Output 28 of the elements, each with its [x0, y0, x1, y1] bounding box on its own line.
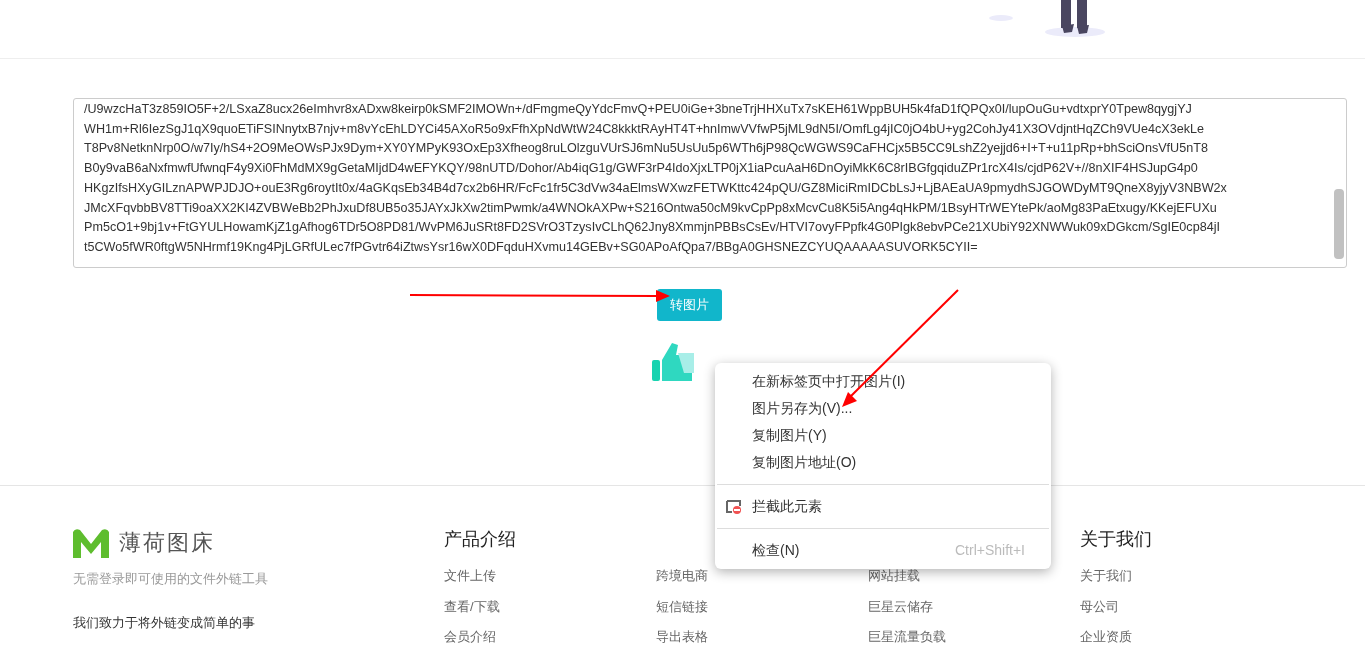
scrollbar-thumb[interactable]: [1334, 189, 1344, 259]
logo-icon: [73, 527, 109, 558]
footer-link[interactable]: 文件上传: [444, 566, 496, 586]
block-element-icon: [726, 499, 742, 514]
footer-link[interactable]: 网站挂载: [868, 566, 920, 586]
footer-link[interactable]: 关于我们: [1080, 566, 1132, 586]
column-heading: 产品介绍: [444, 528, 517, 551]
footer-link[interactable]: 查看/下载: [444, 596, 500, 616]
menu-item[interactable]: 图片另存为(V)...: [715, 395, 1051, 422]
footer-link[interactable]: 企业资质: [1080, 627, 1132, 647]
footer-link[interactable]: 导出表格: [656, 627, 708, 647]
menu-item[interactable]: 拦截此元素: [715, 493, 1051, 520]
base64-text-area[interactable]: /U9wzcHaT3z859IO5F+2/LSxaZ8ucx26eImhvr8xADxw8keirp0kSMF2IMOWn+/dFmgmeQyYdcFmvQ+PEU0iGe+3bneTrjHHXuTx7sKEH61WppBUH5k4faD1fQPQx0I/lupOuGu+vdtxprY0Tpew8qygjYJ WH1m+Rl6IezSgJ1qX9quoETiFSINnytxB7njv+m8vYcEhLDYCi45AXoR5o9xFfhXpNdWtW24C8kkktRAyHT4T+hnImwVVfwP5jML9dN5I/OmfLg4jIC0jO4bU+yg2CohJy41X3OVdjntHqZCh9VUe4cX3ekLe T8Pv8NetknNrp0O/w7Iy/hS4+2O9MeOWsPJx9Dym+XY0YMPyK93OxEp3Xfheog8ruLOlzguVUrSJ6mNu5UsUu5p6WTh6jP98QcWGWS9CaFHCjx5B5CC9LshZ2yejjd6+I+T+u11pRp+bhSciOnsVfU5nT8 B0y9vaB6aNxfmwfUfwnqF4y9Xi0FhMdMX9gGetaMIjdD4wEFYKQY/98nUTD/Dohor/Ab4iqG1g/GWF3rP4IdoXjxLTP0jX1iaPcuAaH6DnOyiMkK6C8rIBGfgqiduZPr1rcX4Is/cjdP62V+//8nXIF4HSJupG4p0 HKgzIfsHXyGILznAPWPJDJO+ouE3Rg6roytIt0x/4aGKqsEb34B4d7cx2b6HR/FcFc1fr5C3dVw34aElmsWXwzFETWKttc424pQU/GZ8MiciRmIDCbLsJ+LjBAEaUA9pmydhSJGOWDyMT9QneX8yjyV3NBW2x JMcXFqvbbBV8TTi9oaXX2KI4ZVBWeBb2PhJxuDf8UB5o35JAYxJkXw2timPwmk/a4WNOkAXPw+S216Ontwa50cM9kvCpPp8xMcvCu8K5i5Ang4qHkPM/1BsyHTrWEYtePk/aoMg83PaEtxugy/KKejEFUXu Pm5cO1+9bj1v+FtGYULHowamKjZ1gAfhog6TDr5O8PD81/WvPM6JuSRt8FD2SVrO3TzysIvCLhQ62Jny8XmmjnPBBsCsEv/HTVI7ovyFPpfk4G0PIgk8ebvPCe21XUbiY92XNWWuk09xDGkcm/SgIE0cp84jI t5CWo5fWR0ftgW5NHrmf19Kng4PjLGRfULec7fPGvtr64iZtwsYsr16wX0DFqduHXvmu14GEBv+SG0APoAfQpa7/BBgA0GHSNEZCYUQAAAAASUVORK5CYII=: [73, 98, 1347, 268]
menu-item[interactable]: 检查(N) Ctrl+Shift+I: [715, 537, 1051, 564]
brand-name: 薄荷图床: [119, 529, 215, 557]
footer-link[interactable]: 巨星流量负载: [868, 627, 946, 647]
thumbs-up-icon: [651, 343, 694, 381]
tagline: 无需登录即可使用的文件外链工具: [73, 570, 269, 588]
shortcut-text: Ctrl+Shift+I: [954, 541, 1025, 560]
footer-link[interactable]: 巨星云储存: [868, 596, 933, 616]
menu-item[interactable]: 复制图片地址(O): [715, 449, 1051, 476]
menu-item[interactable]: 复制图片(Y): [715, 422, 1051, 449]
footer-link[interactable]: 会员介绍: [444, 627, 496, 647]
footer-link[interactable]: 短信链接: [656, 596, 708, 616]
footer-link[interactable]: 母公司: [1080, 596, 1119, 616]
footer-link[interactable]: 跨境电商: [656, 566, 708, 586]
column-heading: 关于我们: [1080, 528, 1153, 551]
slogan: 我们致力于将外链变成简单的事: [73, 613, 256, 632]
